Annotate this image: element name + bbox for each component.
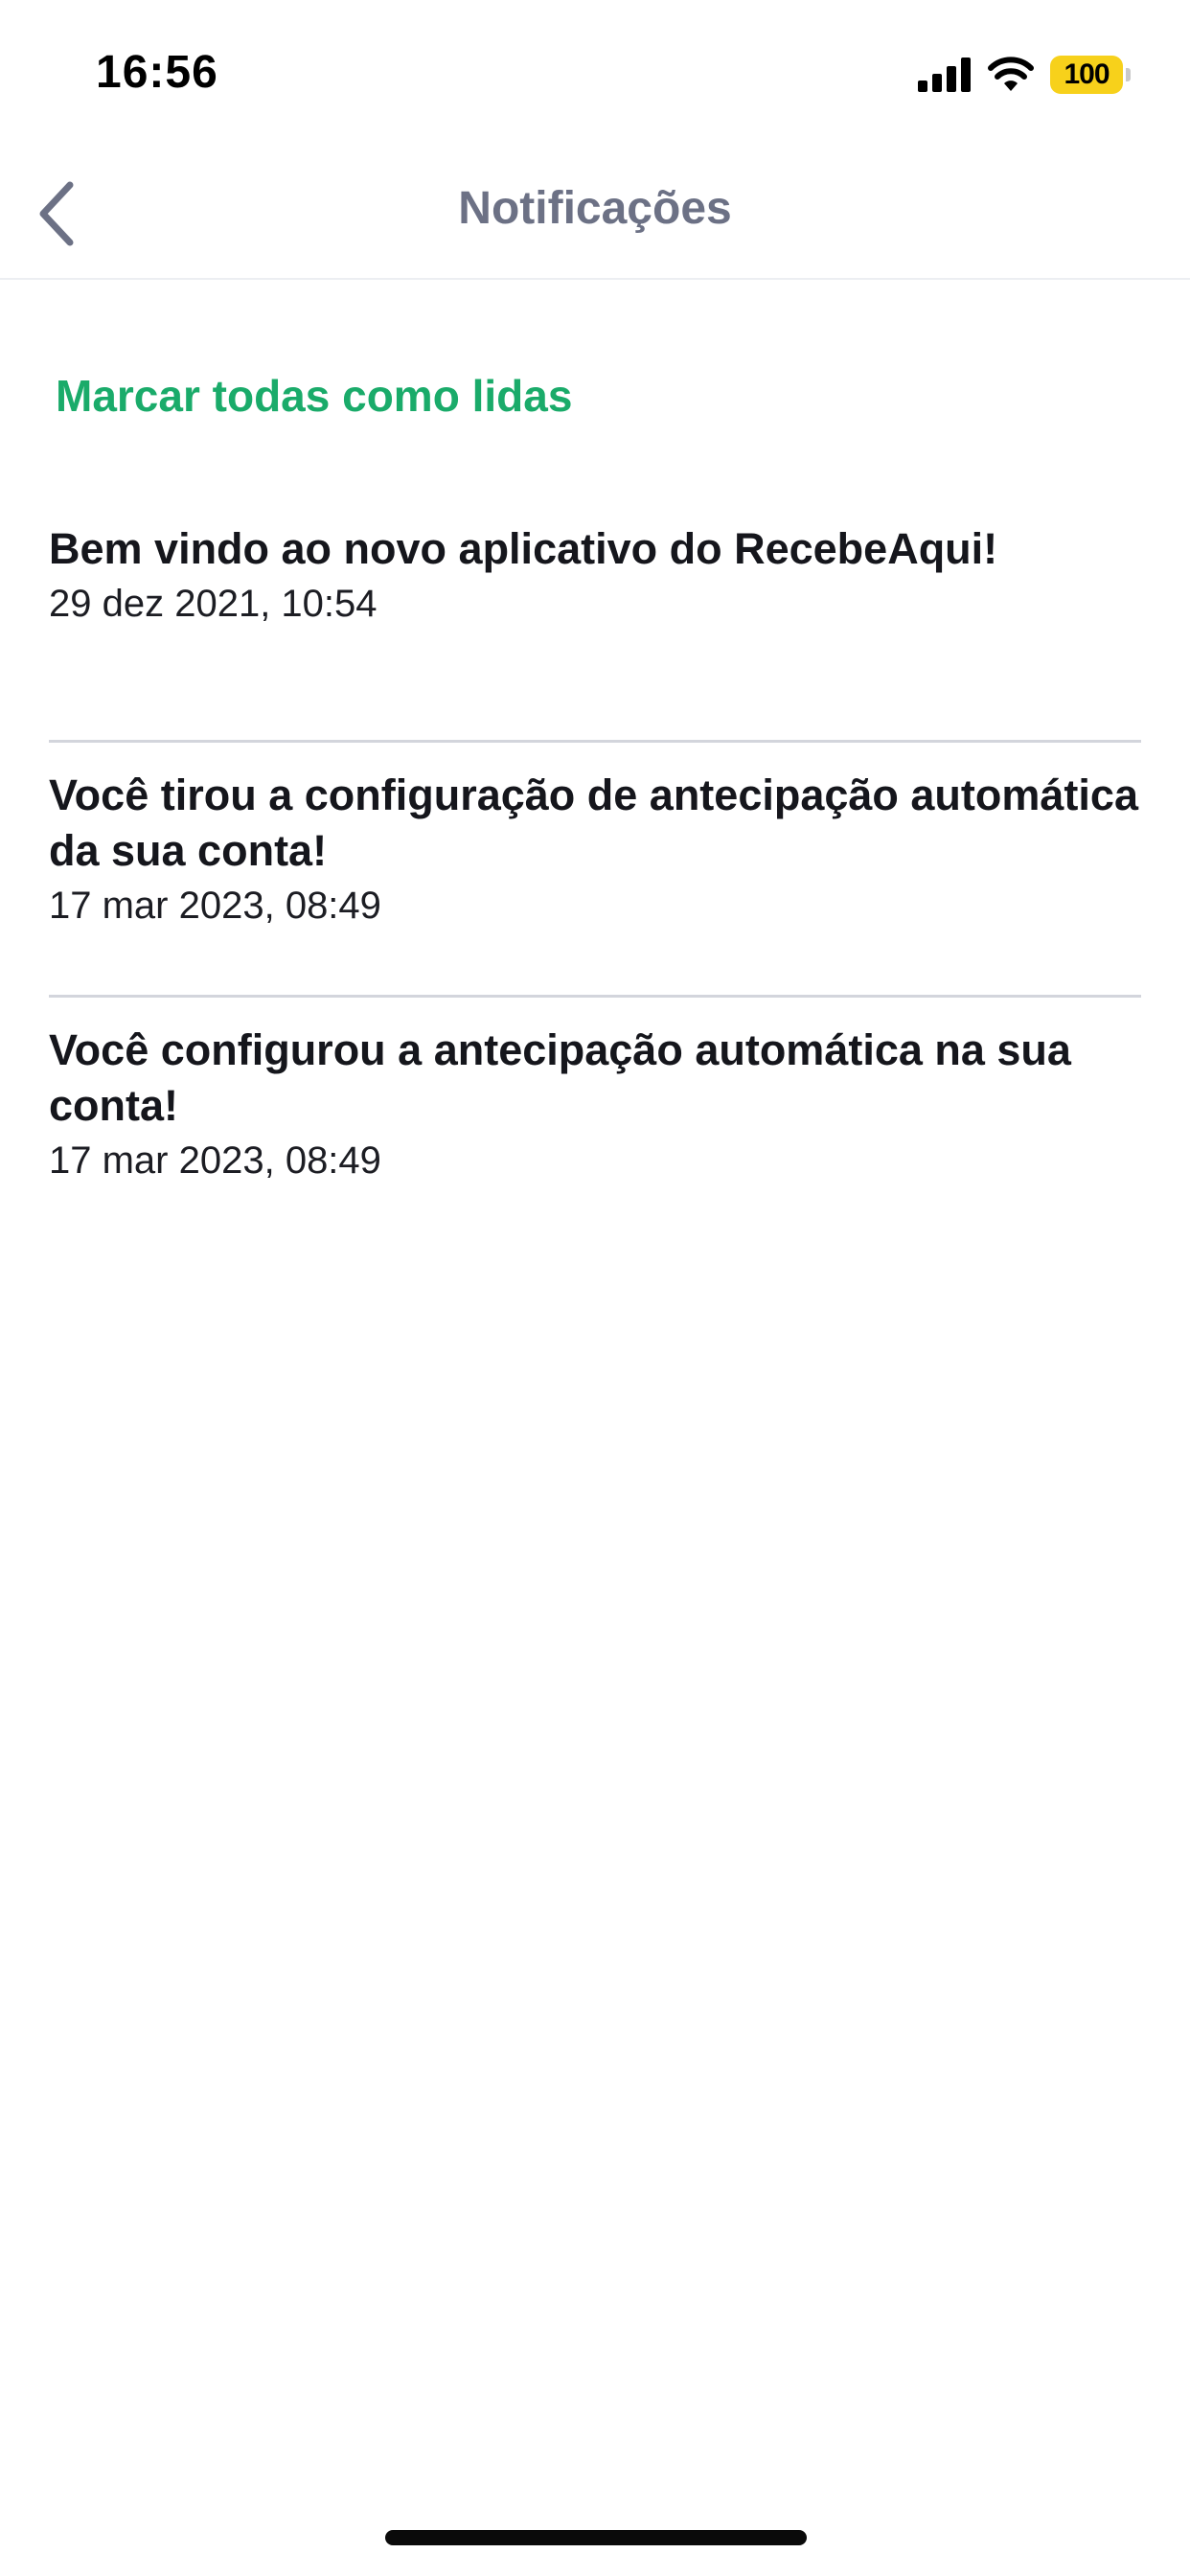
notification-date: 17 mar 2023, 08:49 [49, 1139, 381, 1182]
home-indicator[interactable] [385, 2530, 807, 2545]
status-time: 16:56 [96, 47, 218, 98]
status-bar: 16:56 100 [0, 0, 1190, 153]
signal-icon [918, 58, 972, 92]
mark-all-read-button[interactable]: Marcar todas como lidas [56, 370, 572, 422]
notification-date: 17 mar 2023, 08:49 [49, 885, 381, 927]
notification-item[interactable]: Bem vindo ao novo aplicativo do RecebeAq… [49, 500, 1141, 740]
notification-item[interactable]: Você tirou a configuração de antecipação… [49, 740, 1141, 995]
battery-icon: 100 [1050, 56, 1131, 94]
notification-date: 29 dez 2021, 10:54 [49, 583, 378, 625]
wifi-icon [987, 57, 1035, 93]
notification-title: Você tirou a configuração de antecipação… [49, 770, 1138, 875]
notification-title: Bem vindo ao novo aplicativo do RecebeAq… [49, 524, 998, 573]
notification-title: Você configurou a antecipação automática… [49, 1025, 1071, 1130]
notification-list: Bem vindo ao novo aplicativo do RecebeAq… [49, 500, 1141, 1250]
notification-item[interactable]: Você configurou a antecipação automática… [49, 995, 1141, 1250]
nav-header: Notificações [0, 153, 1190, 280]
battery-cap [1126, 68, 1131, 81]
status-icons: 100 [918, 54, 1131, 96]
page-title: Notificações [458, 183, 732, 234]
battery-level: 100 [1050, 56, 1123, 94]
